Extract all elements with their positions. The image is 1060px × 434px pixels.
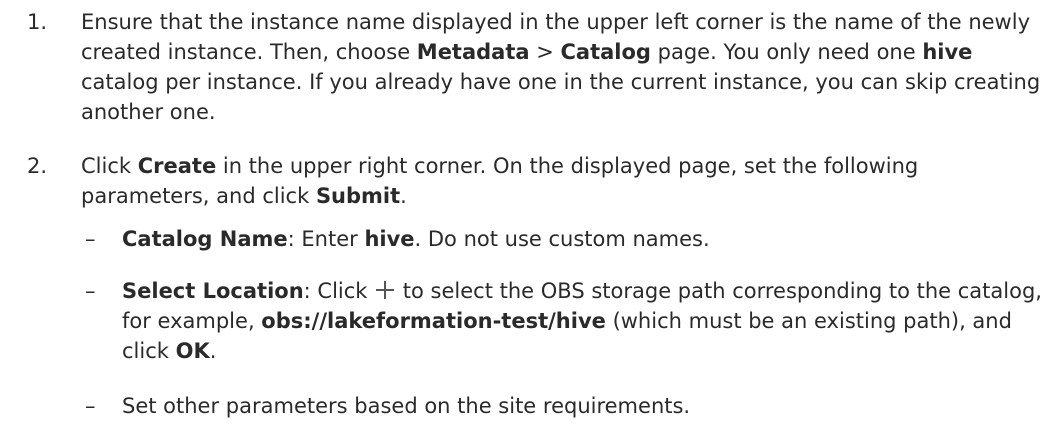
step-number: 1. [27, 10, 48, 34]
submit-button-label: Submit [315, 184, 401, 208]
sub-item-select-location: – Select Location: Click to select the O… [0, 276, 1060, 366]
document: 1. Ensure that the instance name display… [0, 0, 1060, 434]
param-label: Catalog Name [122, 227, 288, 251]
list-bullet: – [85, 394, 96, 418]
step-1: 1. Ensure that the instance name display… [0, 7, 1060, 127]
param-value: hive [364, 227, 415, 251]
obs-path: obs://lakeformation-test/hive [261, 309, 606, 333]
create-button-label: Create [137, 154, 217, 178]
step-2: 2. Click Create in the upper right corne… [0, 151, 1060, 211]
step-text: Ensure that the instance name displayed … [81, 10, 1041, 124]
sub-item-text: Set other parameters based on the site r… [122, 394, 691, 418]
list-bullet: – [85, 279, 96, 303]
sub-item-other-params: – Set other parameters based on the site… [0, 391, 1060, 421]
param-label: Select Location [122, 279, 304, 303]
sub-item-text: Select Location: Click to select the OBS… [122, 279, 1042, 363]
ok-button-label: OK [175, 339, 210, 363]
list-bullet: – [85, 227, 96, 251]
menu-metadata: Metadata [416, 40, 530, 64]
step-number: 2. [27, 154, 48, 178]
plus-icon [376, 281, 395, 299]
sub-item-catalog-name: – Catalog Name: Enter hive. Do not use c… [0, 224, 1060, 254]
step-text: Click Create in the upper right corner. … [81, 154, 919, 208]
menu-catalog: Catalog [560, 40, 651, 64]
sub-item-text: Catalog Name: Enter hive. Do not use cus… [122, 227, 710, 251]
catalog-name-hive: hive [922, 40, 973, 64]
